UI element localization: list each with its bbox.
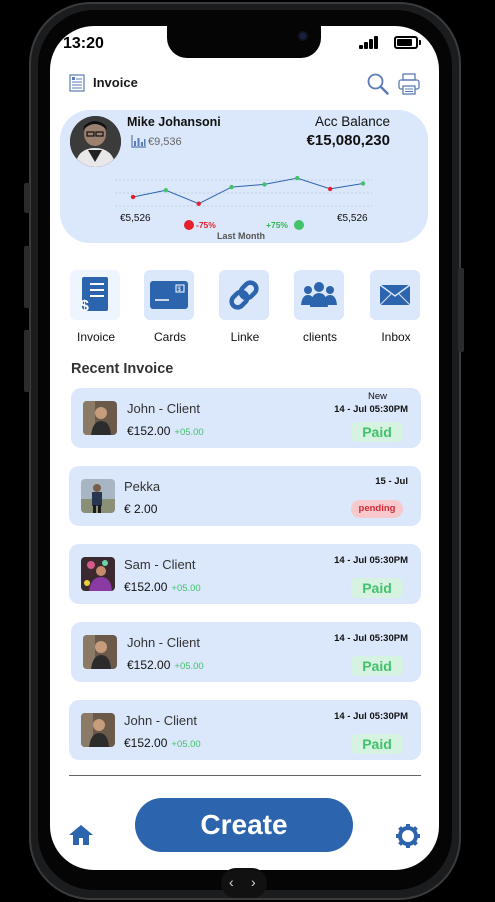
app-screen: 13:20 Invoice Mike Johansoni €9,536 Acc … [50, 26, 439, 870]
quick-action-label: Linke [230, 330, 260, 344]
client-avatar [81, 557, 115, 591]
amount-change: +05.00 [171, 583, 201, 594]
chart-left-value: €5,526 [120, 213, 151, 224]
volume-up-button [24, 246, 30, 308]
invoice-amount: €152.00 +05.00 [127, 658, 204, 672]
invoice-amount: €152.00 +05.00 [127, 424, 204, 438]
chart-point [130, 194, 136, 200]
status-time: 13:20 [63, 35, 104, 52]
quick-action-label: Invoice [76, 330, 116, 344]
client-name: Pekka [124, 479, 161, 494]
invoice-row[interactable]: Sam - Client €152.00 +05.00 14 - Jul 05:3… [69, 544, 421, 604]
nav-back-button[interactable]: ‹ [229, 874, 234, 890]
chart-point [163, 188, 169, 193]
link-icon[interactable] [219, 270, 269, 320]
nav-forward-button[interactable]: › [251, 874, 256, 890]
positive-dot [294, 220, 304, 230]
invoice-date: 14 - Jul 05:30PM [334, 404, 408, 415]
account-card[interactable]: Mike Johansoni €9,536 Acc Balance €15,08… [60, 110, 428, 243]
client-name: John - Client [127, 635, 200, 650]
volume-down-button [24, 330, 30, 392]
page-title: Invoice [93, 75, 138, 90]
invoice-date: 14 - Jul 05:30PM [334, 555, 408, 566]
balance-line-chart [115, 175, 372, 207]
invoice-row[interactable]: John - Client €152.00 +05.00 New 14 - Jul… [71, 388, 421, 448]
status-badge: Paid [351, 422, 403, 442]
invoice-dollar-icon[interactable]: $ [70, 270, 120, 320]
status-badge: Paid [351, 734, 403, 754]
chart-right-value: €5,526 [337, 213, 368, 224]
clients-group-icon[interactable] [294, 270, 344, 320]
client-avatar [81, 713, 115, 747]
invoice-amount: €152.00 +05.00 [124, 736, 201, 750]
amount-change: +05.00 [174, 661, 204, 672]
period-label: Last Month [217, 231, 265, 241]
browser-nav: ‹ › [221, 868, 267, 898]
search-icon[interactable] [367, 73, 389, 95]
quick-action-clients[interactable]: clients [294, 270, 346, 344]
chart-point [196, 201, 201, 206]
client-name: John - Client [124, 713, 197, 728]
invoice-row[interactable]: Pekka € 2.00 15 - Jul pending [69, 466, 421, 526]
new-tag: New [367, 391, 387, 402]
invoice-doc-icon[interactable] [69, 74, 85, 92]
notch [167, 26, 321, 58]
status-badge: Paid [351, 656, 403, 676]
chart-point [360, 181, 366, 186]
gear-icon[interactable] [395, 823, 421, 849]
power-button [458, 268, 464, 352]
quick-action-link[interactable]: Linke [219, 270, 271, 344]
create-button[interactable]: Create [135, 798, 353, 852]
battery-icon [394, 36, 421, 49]
client-avatar [81, 479, 115, 513]
amount-change: +05.00 [171, 739, 201, 750]
chart-point [295, 175, 300, 181]
status-badge: pending [351, 500, 403, 518]
quick-action-label: Cards [153, 330, 186, 344]
chart-point [229, 184, 234, 190]
client-avatar [83, 401, 117, 435]
recent-invoice-title: Recent Invoice [71, 361, 174, 377]
printer-icon[interactable] [398, 73, 420, 95]
card-icon[interactable]: $ [144, 270, 194, 320]
invoice-amount: €152.00 +05.00 [124, 580, 201, 594]
invoice-amount: € 2.00 [124, 502, 158, 516]
invoice-date: 14 - Jul 05:30PM [334, 711, 408, 722]
client-name: John - Client [127, 401, 200, 416]
quick-action-cards[interactable]: $ Cards [144, 270, 196, 344]
negative-dot [184, 220, 194, 230]
positive-change: +75% [266, 220, 288, 230]
mute-switch [24, 183, 30, 213]
camera-icon [298, 31, 308, 41]
quick-action-inbox[interactable]: Inbox [370, 270, 422, 344]
chart-point [262, 182, 267, 187]
home-icon[interactable] [68, 824, 94, 846]
quick-action-label: clients [302, 330, 337, 344]
envelope-icon[interactable] [370, 270, 420, 320]
divider [69, 775, 421, 776]
quick-action-label: Inbox [381, 330, 411, 344]
invoice-date: 14 - Jul 05:30PM [334, 633, 408, 644]
invoice-row[interactable]: John - Client €152.00 +05.00 14 - Jul 05:… [71, 622, 421, 682]
invoice-date: 15 - Jul [375, 476, 408, 487]
chart-point [327, 186, 333, 192]
svg-text:$: $ [80, 298, 89, 314]
status-badge: Paid [351, 578, 403, 598]
negative-change: -75% [196, 220, 216, 230]
client-name: Sam - Client [124, 557, 196, 572]
invoice-row[interactable]: John - Client €152.00 +05.00 14 - Jul 05:… [69, 700, 421, 760]
amount-change: +05.00 [174, 427, 204, 438]
quick-action-invoice[interactable]: $ Invoice [70, 270, 122, 344]
signal-icon [359, 36, 379, 49]
client-avatar [83, 635, 117, 669]
